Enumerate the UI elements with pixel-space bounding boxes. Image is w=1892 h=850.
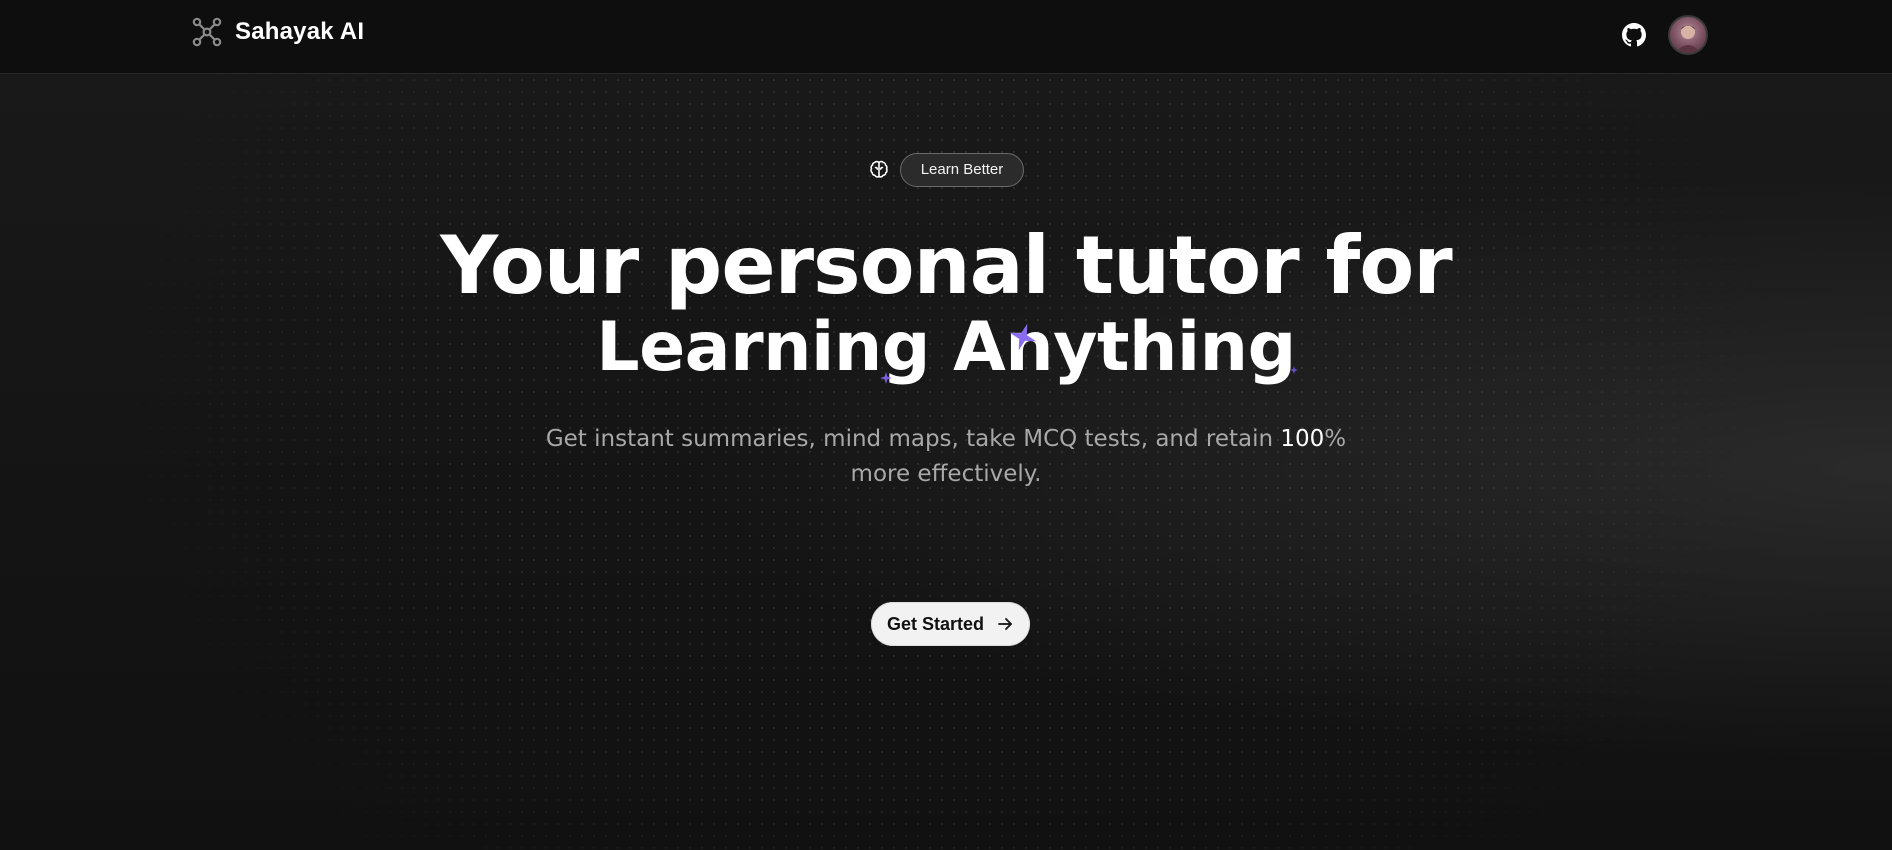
subtitle-text-start: Get instant summaries, mind maps, take M… <box>545 426 1281 452</box>
arrow-right-icon <box>998 618 1012 630</box>
landing-page: Sahayak AI Learn Better Your personal tu… <box>0 0 1892 850</box>
learn-better-badge: Learn Better <box>899 153 1025 187</box>
headline-line2-wrap: Learning Anything <box>0 310 1892 386</box>
brand-link[interactable]: Sahayak AI <box>191 16 364 48</box>
avatar-image <box>1675 25 1701 53</box>
sparkle-small-icon <box>880 372 893 384</box>
brand-name: Sahayak AI <box>235 18 365 45</box>
headline-line1: Your personal tutor for <box>440 219 1453 312</box>
github-link[interactable] <box>1620 21 1648 49</box>
github-icon <box>1622 23 1646 47</box>
headline-line2-text: Learning Anything <box>596 308 1296 387</box>
nav-actions <box>1620 15 1708 55</box>
get-started-button[interactable]: Get Started <box>871 602 1031 646</box>
subtitle-highlight: 100 <box>1280 426 1325 452</box>
headline-line2: Learning Anything <box>596 308 1299 387</box>
user-avatar[interactable] <box>1668 15 1708 55</box>
hero-subtitle: Get instant summaries, mind maps, take M… <box>516 422 1376 492</box>
sparkle-icon <box>1009 323 1037 351</box>
sparkle-tiny-icon <box>1290 366 1299 374</box>
badge-row: Learn Better <box>0 153 1892 187</box>
get-started-label: Get Started <box>887 613 985 634</box>
navbar: Sahayak AI <box>0 0 1892 74</box>
brain-icon <box>869 160 888 178</box>
network-nodes-icon <box>192 17 222 47</box>
